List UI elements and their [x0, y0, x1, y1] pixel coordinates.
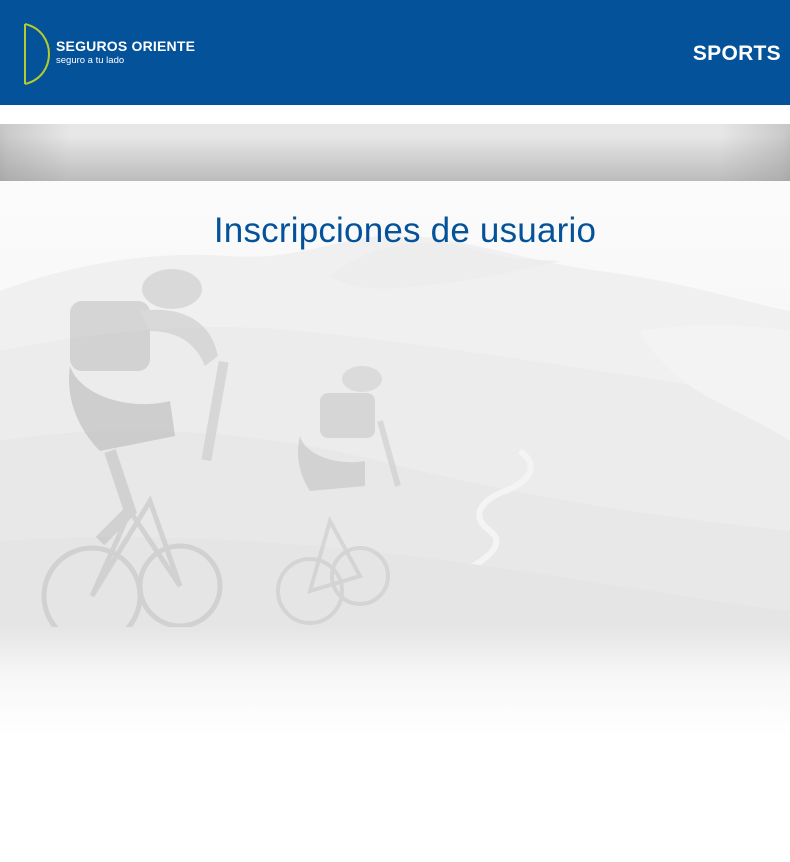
brand-name: SEGUROS ORIENTE — [56, 38, 196, 54]
header-bar: SEGUROS ORIENTE seguro a tu lado SPORTS — [0, 0, 790, 105]
hero-reflection — [0, 627, 790, 737]
band-shade-right — [720, 124, 790, 181]
brand-d-mark-icon — [24, 23, 51, 85]
hero-panel: Inscripciones de usuario — [0, 181, 790, 627]
brand-tagline: seguro a tu lado — [56, 55, 125, 66]
section-title: SPORTS — [692, 42, 781, 65]
decorative-band — [0, 124, 790, 181]
band-shade-left — [0, 124, 70, 181]
page: SEGUROS ORIENTE seguro a tu lado SPORTS — [0, 0, 790, 862]
page-title: Inscripciones de usuario — [213, 211, 597, 250]
brand-logo[interactable]: SEGUROS ORIENTE seguro a tu lado — [22, 22, 202, 86]
